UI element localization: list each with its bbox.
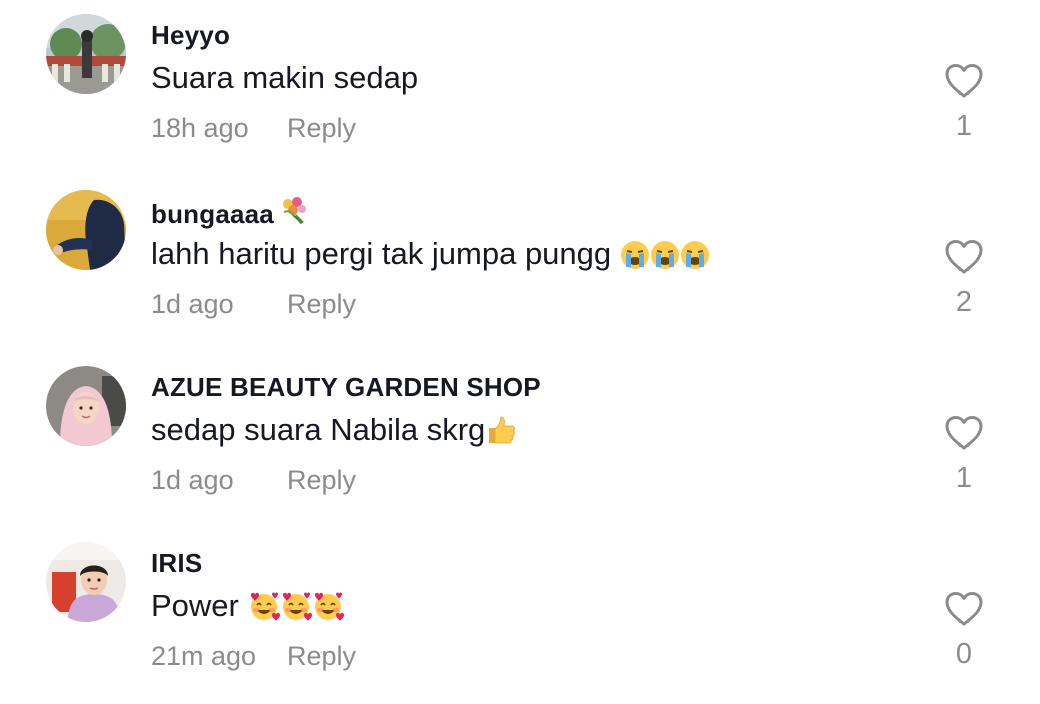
comment-timestamp: 21m ago xyxy=(151,641,257,671)
comment-text-content: lahh haritu pergi tak jumpa pungg xyxy=(151,236,612,271)
like-button[interactable] xyxy=(944,62,984,102)
like-count: 1 xyxy=(955,110,973,142)
avatar[interactable] xyxy=(46,366,126,446)
heart-icon xyxy=(945,592,983,626)
comment-text: Suara makin sedap xyxy=(151,60,418,96)
comment-text-content: Power xyxy=(151,588,239,623)
comment-text: Power xyxy=(151,588,344,630)
username-text: bungaaaa xyxy=(151,199,274,229)
comment-timestamp: 1d ago xyxy=(151,465,234,495)
bouquet-emoji xyxy=(282,197,306,224)
avatar[interactable] xyxy=(46,542,126,622)
avatar[interactable] xyxy=(46,14,126,94)
like-button[interactable] xyxy=(944,414,984,454)
heart-icon xyxy=(945,64,983,98)
comment-text: lahh haritu pergi tak jumpa pungg xyxy=(151,236,710,278)
crying-face-emoji xyxy=(680,240,710,278)
username[interactable]: bungaaaa xyxy=(151,196,310,230)
username[interactable]: IRIS xyxy=(151,548,202,579)
username[interactable]: AZUE BEAUTY GARDEN SHOP xyxy=(151,372,541,403)
like-button[interactable] xyxy=(944,590,984,630)
smiling-face-with-hearts-emoji xyxy=(280,590,312,630)
smiling-face-with-hearts-emoji xyxy=(312,590,344,630)
thumbs-up-emoji xyxy=(485,414,517,454)
comment-text-content: sedap suara Nabila skrg xyxy=(151,412,486,447)
heart-icon xyxy=(945,416,983,450)
smiling-face-with-hearts-emoji xyxy=(248,590,280,630)
comment-item: IRIS Power 21m ago Reply 0 xyxy=(0,528,1040,704)
heart-icon xyxy=(945,240,983,274)
like-count: 0 xyxy=(955,638,973,670)
comment-timestamp: 18h ago xyxy=(151,113,249,143)
like-count: 1 xyxy=(955,462,973,494)
comment-item: AZUE BEAUTY GARDEN SHOP sedap suara Nabi… xyxy=(0,352,1040,528)
like-button[interactable] xyxy=(944,238,984,278)
crying-face-emoji xyxy=(650,240,680,278)
reply-button[interactable]: Reply xyxy=(287,465,356,496)
crying-face-emoji xyxy=(620,240,650,278)
reply-button[interactable]: Reply xyxy=(287,641,356,672)
comment-item: bungaaaa lahh haritu pergi tak jumpa pun… xyxy=(0,176,1040,352)
reply-button[interactable]: Reply xyxy=(287,289,356,320)
comment-text: sedap suara Nabila skrg xyxy=(151,412,517,454)
reply-button[interactable]: Reply xyxy=(287,113,356,144)
like-count: 2 xyxy=(955,286,973,318)
comment-text-content: Suara makin sedap xyxy=(151,60,419,95)
comment-timestamp: 1d ago xyxy=(151,289,234,319)
username[interactable]: Heyyo xyxy=(151,20,230,51)
comment-item: Heyyo Suara makin sedap 18h ago Reply 1 xyxy=(0,0,1040,176)
avatar[interactable] xyxy=(46,190,126,270)
